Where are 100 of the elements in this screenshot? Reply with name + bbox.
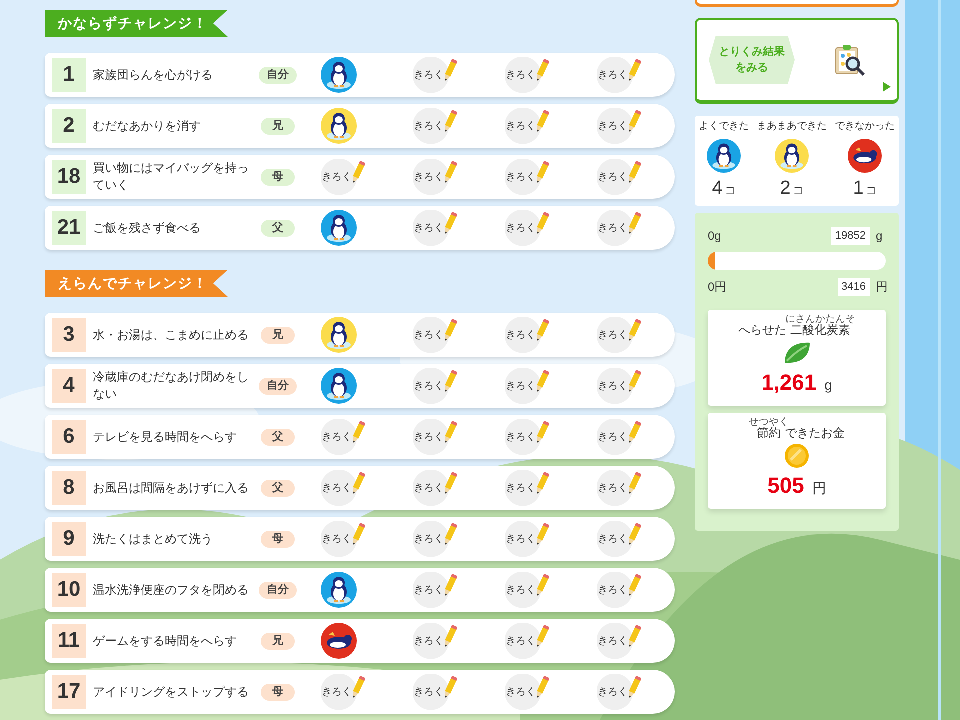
pencil-icon xyxy=(627,319,641,343)
challenge-number: 8 xyxy=(52,471,86,505)
record-button[interactable]: きろく xyxy=(505,674,551,710)
record-button[interactable]: きろく xyxy=(597,572,643,608)
record-button[interactable]: きろく xyxy=(505,57,551,93)
total-title: へらせた 二酸化炭素 にさんかたんそ xyxy=(738,314,856,338)
pencil-icon xyxy=(443,319,457,343)
pencil-icon xyxy=(351,161,365,185)
pencil-icon xyxy=(443,370,457,394)
total-title: 節約 せつやく できたお金 xyxy=(749,417,845,441)
record-button[interactable]: きろく xyxy=(413,572,459,608)
pencil-icon xyxy=(535,472,549,496)
record-button[interactable]: きろく xyxy=(413,57,459,93)
person-tag: 自分 xyxy=(259,66,297,84)
record-button[interactable]: きろく xyxy=(597,159,643,195)
tally-label: よくできた xyxy=(699,120,749,134)
person-tag: 母 xyxy=(261,684,295,700)
challenge-number: 9 xyxy=(52,522,86,556)
record-button[interactable]: きろく xyxy=(505,368,551,404)
record-button[interactable]: きろく xyxy=(597,57,643,93)
record-button[interactable]: きろく xyxy=(413,317,459,353)
clipboard-search-icon xyxy=(833,43,867,77)
challenge-text: 買い物にはマイバッグを持っていく xyxy=(93,160,249,194)
record-button[interactable]: きろく xyxy=(413,470,459,506)
pencil-icon xyxy=(443,161,457,185)
pencil-icon xyxy=(443,523,457,547)
challenge-number: 1 xyxy=(52,58,86,92)
record-button[interactable]: きろく xyxy=(597,674,643,710)
challenge-text: 家族団らんを心がける xyxy=(93,66,214,84)
record-button[interactable]: きろく xyxy=(597,210,643,246)
tally-unit: コ xyxy=(792,184,804,199)
challenge-number: 2 xyxy=(52,109,86,143)
goal-value: 3416 xyxy=(838,278,870,296)
person-tag: 兄 xyxy=(261,632,295,650)
record-button[interactable]: きろく xyxy=(321,419,367,455)
record-button[interactable]: きろく xyxy=(597,623,643,659)
record-button[interactable]: きろく xyxy=(321,674,367,710)
challenge-text: ご飯を残さず食べる xyxy=(93,220,202,236)
record-button[interactable]: きろく xyxy=(597,317,643,353)
total-value: 505 xyxy=(768,472,804,500)
record-button[interactable]: きろく xyxy=(597,521,643,557)
record-button[interactable]: きろく xyxy=(413,674,459,710)
pencil-icon xyxy=(627,59,641,83)
record-button[interactable]: きろく xyxy=(505,419,551,455)
goal-unit: 円 xyxy=(876,279,886,296)
pencil-icon xyxy=(535,319,549,343)
record-button[interactable]: きろく xyxy=(321,521,367,557)
record-button[interactable]: きろく xyxy=(597,368,643,404)
record-button[interactable]: きろく xyxy=(505,470,551,506)
total-unit: 円 xyxy=(812,479,826,498)
pencil-icon xyxy=(535,59,549,83)
pencil-icon xyxy=(351,523,365,547)
record-button[interactable]: きろく xyxy=(413,108,459,144)
pencil-icon xyxy=(351,472,365,496)
record-button[interactable]: きろく xyxy=(413,623,459,659)
challenge-number: 11 xyxy=(52,624,86,658)
range-start: 0円 xyxy=(708,279,728,296)
penguin-badge-icon xyxy=(775,139,809,173)
pencil-icon xyxy=(535,370,549,394)
goal-unit: g xyxy=(876,228,884,245)
record-button[interactable]: きろく xyxy=(505,572,551,608)
play-icon xyxy=(883,82,891,92)
record-button[interactable]: きろく xyxy=(413,159,459,195)
person-tag: 兄 xyxy=(261,118,295,134)
pencil-icon xyxy=(627,110,641,134)
penguin-badge-icon xyxy=(321,210,357,246)
record-button[interactable]: きろく xyxy=(413,368,459,404)
tally-unit: コ xyxy=(724,184,736,199)
record-button[interactable]: きろく xyxy=(505,159,551,195)
pencil-icon xyxy=(535,421,549,445)
pencil-icon xyxy=(443,574,457,598)
record-button[interactable]: きろく xyxy=(505,108,551,144)
range-start: 0g xyxy=(708,228,722,245)
record-button[interactable]: きろく xyxy=(413,521,459,557)
leaf-icon xyxy=(783,341,811,365)
challenge-text: ゲームをする時間をへらす xyxy=(93,632,238,650)
record-button[interactable]: きろく xyxy=(413,210,459,246)
penguin-badge-icon xyxy=(321,108,357,144)
record-button[interactable]: きろく xyxy=(505,521,551,557)
record-button[interactable]: きろく xyxy=(413,419,459,455)
challenge-text: テレビを見る時間をへらす xyxy=(93,428,238,446)
record-button[interactable]: きろく xyxy=(597,470,643,506)
person-tag: 父 xyxy=(261,220,295,236)
record-button[interactable]: きろく xyxy=(597,419,643,455)
record-button[interactable]: きろく xyxy=(321,470,367,506)
penguin-badge-icon xyxy=(321,57,357,93)
record-button[interactable]: きろく xyxy=(505,623,551,659)
pencil-icon xyxy=(351,421,365,445)
record-button[interactable]: きろく xyxy=(505,317,551,353)
record-button[interactable]: きろく xyxy=(321,159,367,195)
pencil-icon xyxy=(535,110,549,134)
record-button[interactable]: きろく xyxy=(505,210,551,246)
pencil-icon xyxy=(627,625,641,649)
challenge-text: お風呂は間隔をあけずに入る xyxy=(93,480,249,496)
penguin-badge-icon xyxy=(321,572,357,608)
challenge-text: 冷蔵庫のむだなあけ閉めをしない xyxy=(93,369,249,403)
record-button[interactable]: きろく xyxy=(597,108,643,144)
penguin-lying-badge-icon xyxy=(321,623,357,659)
tally-unit: コ xyxy=(866,184,877,199)
pencil-icon xyxy=(351,676,365,700)
